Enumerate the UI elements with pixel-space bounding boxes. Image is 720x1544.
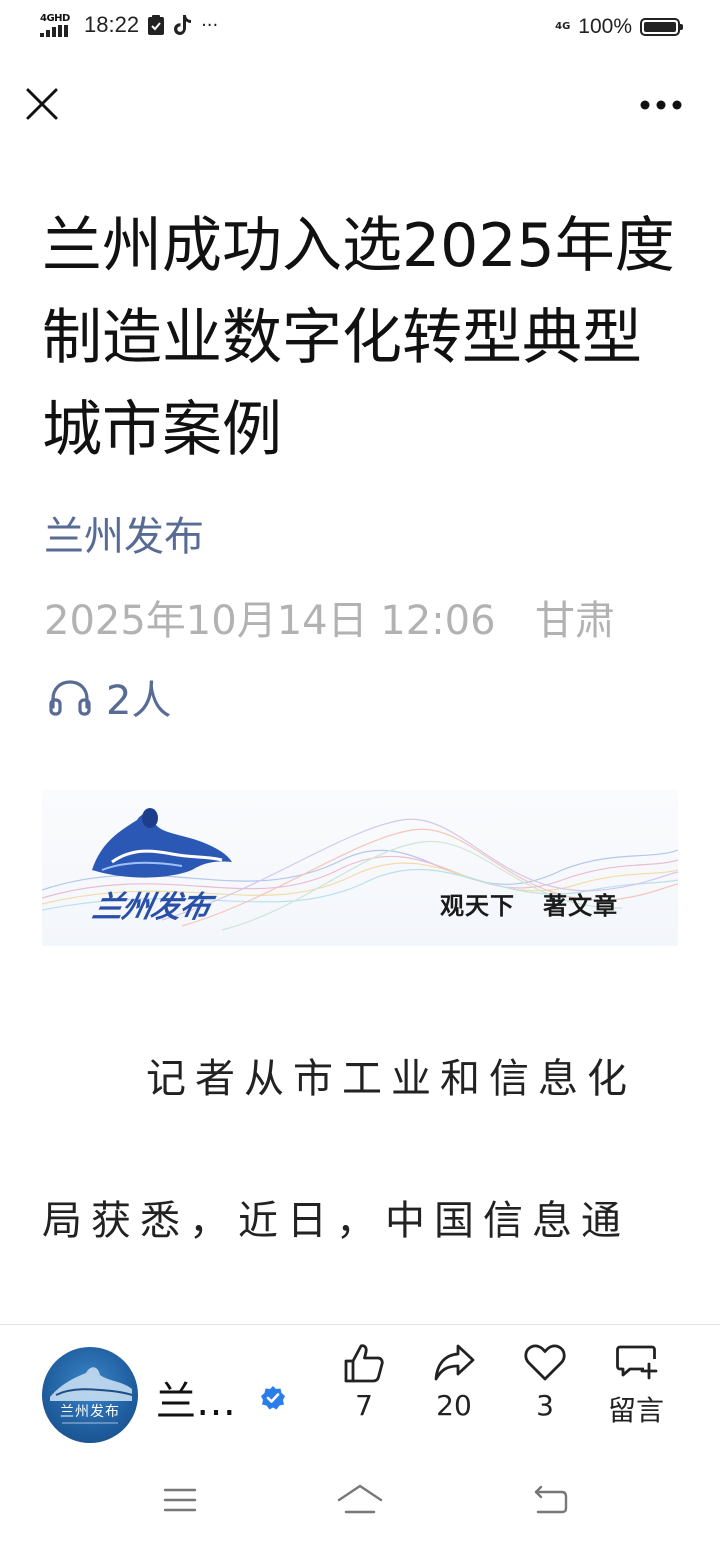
tiktok-icon — [174, 15, 192, 35]
verified-badge-icon — [261, 1386, 285, 1410]
clipboard-check-icon — [148, 15, 165, 35]
listener-count: 2人 — [106, 678, 172, 724]
author-link[interactable]: 兰州发布 — [44, 504, 204, 562]
home-nav-button[interactable] — [336, 1482, 384, 1522]
comment-add-icon — [616, 1345, 658, 1380]
bottom-action-bar: 兰州发布 兰… 7 20 3 留言 — [0, 1324, 720, 1445]
share-count: 20 — [436, 1389, 472, 1422]
share-arrow-icon — [434, 1344, 475, 1381]
heart-icon — [524, 1344, 566, 1381]
listen-button[interactable]: 2人 — [48, 668, 171, 726]
account-name[interactable]: 兰… — [156, 1369, 236, 1427]
account-avatar[interactable]: 兰州发布 — [42, 1347, 138, 1443]
share-button[interactable]: 20 — [414, 1341, 494, 1422]
network-type: 4GHD — [40, 12, 70, 24]
menu-icon — [163, 1488, 197, 1512]
clock: 18:22 — [84, 12, 140, 37]
system-nav-bar — [0, 1460, 720, 1544]
top-nav — [0, 78, 720, 138]
article-title: 兰州成功入选2025年度制造业数字化转型典型城市案例 — [42, 211, 675, 465]
like-count: 7 — [355, 1389, 373, 1422]
comment-button[interactable]: 留言 — [596, 1341, 676, 1429]
article-meta: 2025年10月14日 12:06 甘肃 — [44, 588, 615, 646]
publish-location: 甘肃 — [535, 598, 616, 644]
signal-icon: 4GHD — [40, 12, 72, 37]
thumbs-up-icon — [344, 1344, 384, 1383]
favorite-button[interactable]: 3 — [505, 1341, 585, 1422]
home-icon — [337, 1484, 383, 1514]
close-icon — [26, 88, 58, 120]
more-dots-icon — [640, 100, 682, 110]
header-banner-image: 兰州发布 观天下 著文章 — [42, 790, 678, 946]
banner-slogan: 观天下 著文章 — [440, 891, 619, 920]
more-options-button[interactable] — [638, 90, 684, 120]
status-bar: 4GHD 18:22 ··· 4G 100% — [0, 0, 720, 58]
favorite-count: 3 — [536, 1389, 554, 1422]
article-paragraph-line: 记者从市工业和信息化 — [146, 1056, 636, 1102]
avatar-label: 兰州发布 — [60, 1404, 120, 1420]
close-button[interactable] — [22, 84, 62, 124]
network-4g-icon: 4G — [555, 21, 571, 32]
like-button[interactable]: 7 — [324, 1341, 404, 1422]
wave-logo-graphic — [92, 808, 232, 878]
battery-percent: 100% — [578, 15, 632, 38]
back-nav-button[interactable] — [530, 1482, 570, 1522]
headphones-icon — [49, 680, 91, 716]
publish-date: 2025年10月14日 12:06 — [44, 598, 496, 644]
article-page: 4GHD 18:22 ··· 4G 100% 兰州成功入选2025年度制造业数字… — [0, 0, 720, 1544]
back-icon — [534, 1485, 568, 1514]
more-notifications-icon: ··· — [201, 14, 219, 36]
banner-logo-text: 兰州发布 — [89, 890, 213, 925]
comment-label: 留言 — [607, 1394, 664, 1427]
menu-nav-button[interactable] — [162, 1482, 198, 1522]
article-paragraph-line: 局获悉，近日，中国信息通 — [42, 1198, 630, 1244]
battery-icon — [640, 18, 683, 36]
avatar-wave-graphic — [50, 1367, 133, 1424]
